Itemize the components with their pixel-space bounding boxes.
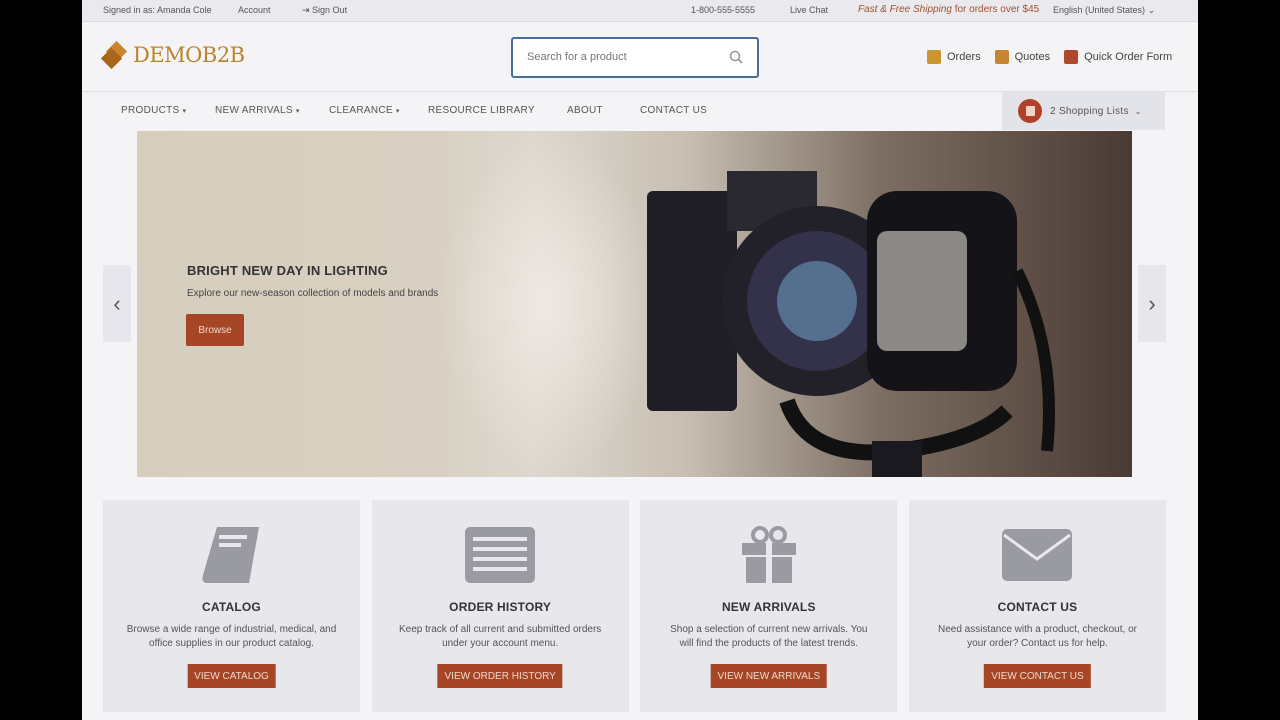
nav-item-about[interactable]: ABOUT [567, 105, 603, 116]
tile-title: NEW ARRIVALS [721, 600, 816, 614]
language-selector[interactable]: English (United States) ⌄ [1053, 5, 1155, 16]
list-icon [465, 527, 536, 583]
chevron-left-icon: ‹ [113, 290, 121, 316]
chevron-down-icon: ⌄ [1134, 106, 1142, 116]
view-order-history-button[interactable]: VIEW ORDER HISTORY [437, 664, 563, 688]
header: DEMOB2B Orders Quotes Quick Order Form [82, 22, 1198, 92]
nav-item-contact-us[interactable]: CONTACT US [640, 105, 707, 116]
hero-banner: BRIGHT NEW DAY IN LIGHTING Explore our n… [137, 131, 1132, 477]
account-link[interactable]: Account [238, 5, 271, 15]
top-bar: Signed in as: Amanda Cole Account ⇥ Sign… [82, 0, 1198, 22]
logo-icon [100, 40, 129, 70]
live-chat-link[interactable]: Live Chat [790, 5, 828, 15]
view-contact-us-button[interactable]: VIEW CONTACT US [984, 664, 1091, 688]
tile-title: CONTACT US [997, 600, 1078, 614]
logo[interactable]: DEMOB2B [100, 40, 245, 70]
shipping-promo-text: for orders over $45 [951, 4, 1040, 15]
logo-text: DEMOB2B [133, 43, 245, 67]
tile-catalog: CATALOG Browse a wide range of industria… [103, 500, 360, 712]
nav-label: CLEARANCE [329, 105, 393, 116]
tile-text: Keep track of all current and submitted … [398, 624, 602, 649]
shopping-list-icon [1018, 99, 1042, 123]
search-icon[interactable] [729, 50, 743, 64]
sign-out-link[interactable]: ⇥ Sign Out [302, 5, 347, 16]
nav-item-resource-library[interactable]: RESOURCE LIBRARY [428, 105, 535, 116]
chevron-right-icon: › [1148, 290, 1156, 316]
quotes-icon [994, 50, 1009, 64]
sign-out-label: Sign Out [312, 5, 348, 15]
signed-in-text: Signed in as: Amanda Cole [103, 5, 212, 15]
nav-label: NEW ARRIVALS [215, 105, 293, 116]
chevron-down-icon: ▾ [395, 108, 400, 115]
main-nav: PRODUCTS ▾ NEW ARRIVALS ▾ CLEARANCE ▾ RESOU… [82, 92, 1198, 130]
shipping-promo: Fast & Free Shipping for orders over $45 [858, 4, 1039, 15]
quick-order-label: Quick Order Form [1084, 51, 1173, 63]
shipping-promo-em: Fast & Free Shipping [858, 4, 952, 15]
carousel-next-button[interactable]: › [1138, 265, 1166, 342]
orders-link[interactable]: Orders [927, 50, 981, 64]
search-input[interactable] [527, 51, 717, 63]
quick-order-link[interactable]: Quick Order Form [1064, 50, 1172, 64]
nav-label: PRODUCTS [121, 105, 180, 116]
chevron-down-icon: ▾ [295, 108, 300, 115]
search-box [511, 37, 759, 78]
tile-contact-us: CONTACT US Need assistance with a produc… [908, 500, 1166, 712]
stage-light-image [647, 171, 1055, 477]
chevron-down-icon: ▾ [182, 108, 187, 115]
quotes-label: Quotes [1014, 51, 1051, 63]
tile-text: Shop a selection of current new arrivals… [670, 624, 868, 649]
tile-text: Need assistance with a product, checkout… [937, 624, 1137, 649]
tile-title: ORDER HISTORY [449, 600, 552, 614]
view-new-arrivals-button[interactable]: VIEW NEW ARRIVALS [710, 664, 828, 688]
view-catalog-button[interactable]: VIEW CATALOG [187, 664, 276, 688]
language-label: English (United States) [1053, 5, 1146, 15]
orders-label: Orders [947, 51, 981, 63]
nav-item-new-arrivals[interactable]: NEW ARRIVALS ▾ [215, 105, 300, 116]
header-links: Orders Quotes Quick Order Form [927, 50, 1186, 64]
tile-new-arrivals: NEW ARRIVALS Shop a selection of current… [640, 500, 898, 712]
chevron-down-icon: ⌄ [1147, 5, 1156, 15]
feature-tiles: CATALOG Browse a wide range of industria… [103, 500, 1166, 712]
nav-item-clearance[interactable]: CLEARANCE ▾ [329, 105, 400, 116]
nav-item-products[interactable]: PRODUCTS ▾ [121, 105, 186, 116]
page: Signed in as: Amanda Cole Account ⇥ Sign… [82, 0, 1198, 720]
orders-icon [927, 50, 941, 64]
book-icon [202, 527, 259, 583]
sign-out-icon: ⇥ [302, 5, 313, 15]
carousel-prev-button[interactable]: ‹ [103, 265, 131, 342]
tile-order-history: ORDER HISTORY Keep track of all current … [371, 500, 629, 712]
hero-title: BRIGHT NEW DAY IN LIGHTING [187, 263, 388, 278]
tile-text: Browse a wide range of industrial, medic… [126, 624, 337, 649]
quick-order-icon [1064, 50, 1079, 64]
shopping-lists-label: 2 Shopping Lists [1050, 105, 1129, 117]
envelope-icon [1002, 529, 1073, 581]
shopping-lists-button[interactable]: 2 Shopping Lists ⌄ [1002, 92, 1165, 130]
browse-button[interactable]: Browse [186, 314, 244, 346]
phone-number: 1-800-555-5555 [691, 5, 756, 15]
quotes-link[interactable]: Quotes [994, 50, 1051, 64]
gift-icon [741, 526, 796, 583]
tile-title: CATALOG [202, 600, 261, 614]
hero-subtitle: Explore our new-season collection of mod… [187, 288, 439, 299]
